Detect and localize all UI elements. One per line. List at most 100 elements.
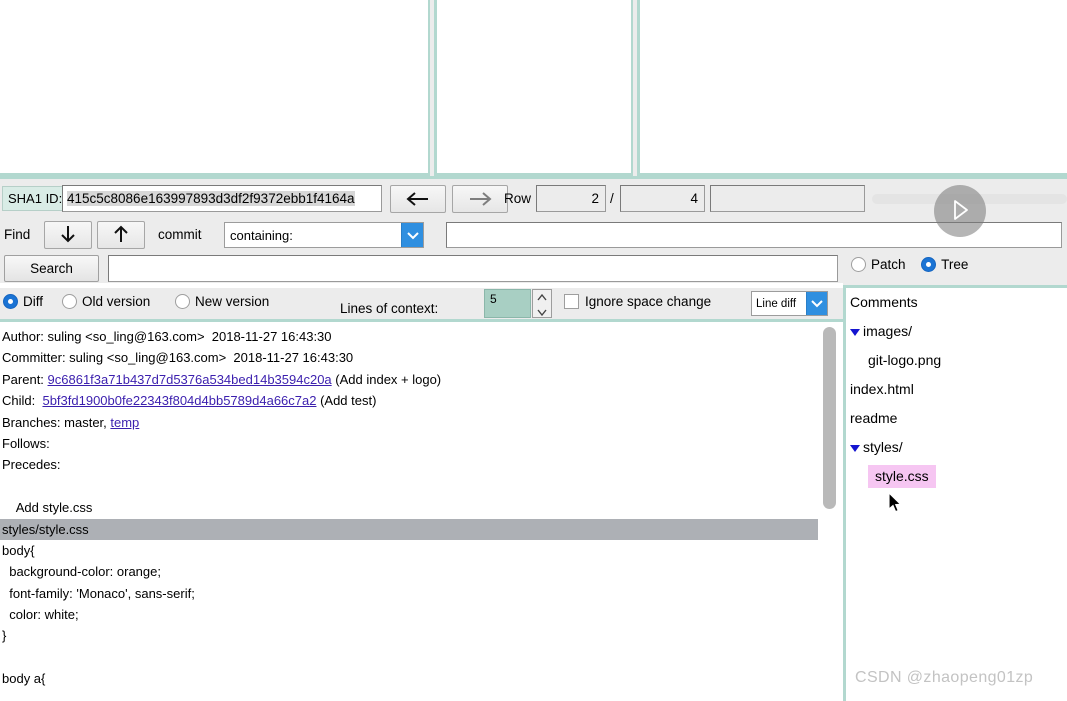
row-label: Row <box>504 191 532 206</box>
commit-detail-line: Parent: 9c6861f3a71b437d7d5376a534bed14b… <box>2 371 442 387</box>
tree-list: images/git-logo.png index.html readme style… <box>846 317 1067 491</box>
radio-patch[interactable]: Patch <box>851 257 906 272</box>
tree-item-label: git-logo.png <box>868 352 942 368</box>
commit-detail-line: Add style.css <box>2 500 93 516</box>
find-prev-button[interactable] <box>97 221 145 249</box>
radio-diff[interactable]: Diff <box>3 294 43 309</box>
search-input[interactable] <box>108 255 838 282</box>
commit-detail-line: Child: 5bf3fd1900b0fe22343f804d4bb5789d4… <box>2 393 377 409</box>
radio-tree[interactable]: Tree <box>921 257 968 272</box>
tree-item-label: style.css <box>868 465 936 488</box>
radio-new-version-dot <box>175 294 190 309</box>
triangle-down-icon[interactable] <box>850 328 860 336</box>
diff-line: body{ <box>2 542 35 558</box>
search-button[interactable]: Search <box>4 255 99 282</box>
commit-label: commit <box>158 227 202 242</box>
diff-mode-dropdown[interactable]: Line diff <box>751 291 828 316</box>
radio-diff-label: Diff <box>23 294 44 309</box>
diff-scrollbar-thumb[interactable] <box>823 327 836 509</box>
diff-file-header[interactable]: styles/style.css <box>0 518 818 540</box>
commit-detail-line: Branches: master, temp <box>2 414 140 430</box>
prev-commit-button[interactable] <box>390 185 446 213</box>
tree-item-label: images/ <box>863 323 913 339</box>
diff-options-bar: Diff Old version New version Lines of co… <box>0 288 843 319</box>
gitk-window: SHA1 ID: 415c5c8086e163997893d3df2f9372e… <box>0 0 1067 701</box>
graph-pane-commits[interactable] <box>0 0 431 176</box>
sha1-id-input[interactable]: 415c5c8086e163997893d3df2f9372ebb1f4164a <box>62 185 382 212</box>
commit-detail-line: Precedes: <box>2 457 61 473</box>
commit-link[interactable]: 9c6861f3a71b437d7d5376a534bed14b3594c20a <box>48 372 332 387</box>
graph-pane-author[interactable] <box>434 0 634 176</box>
arrow-down-icon <box>60 224 76 247</box>
chevron-up-icon[interactable] <box>537 289 547 304</box>
tree-folder-row[interactable]: images/ <box>846 317 1067 346</box>
commit-detail-line: Author: suling <so_ling@163.com> 2018-11… <box>2 329 332 344</box>
find-next-button[interactable] <box>44 221 92 249</box>
tree-file-row[interactable]: git-logo.png <box>846 346 1067 375</box>
radio-new-version-label: New version <box>195 294 270 309</box>
tree-item-label: readme <box>850 410 898 426</box>
video-play-button[interactable] <box>934 185 986 237</box>
diff-mode-value: Line diff <box>756 297 797 310</box>
row-current-input[interactable]: 2 <box>536 185 606 212</box>
tree-item-label: index.html <box>850 381 914 397</box>
row-separator: / <box>610 191 614 206</box>
view-mode-selector: Patch Tree <box>843 249 1067 285</box>
diff-line: color: white; <box>2 607 79 623</box>
tree-item-label: styles/ <box>863 439 903 455</box>
diff-text-content: Author: suling <so_ling@163.com> 2018-11… <box>0 322 818 701</box>
toolbar-row-sha: SHA1 ID: 415c5c8086e163997893d3df2f9372e… <box>0 183 1067 215</box>
ignore-space-change-label: Ignore space change <box>585 294 712 309</box>
commit-graph-area <box>0 0 1067 176</box>
diff-line <box>2 647 818 668</box>
radio-old-version[interactable]: Old version <box>62 294 150 309</box>
row-extra-field[interactable] <box>710 185 865 212</box>
toolbar-row-find: Find commit containing: <box>0 219 1067 251</box>
checkbox-box <box>564 294 579 309</box>
radio-diff-dot <box>3 294 18 309</box>
triangle-down-icon[interactable] <box>850 444 860 452</box>
commit-detail-line: Follows: <box>2 435 50 451</box>
diff-line: } <box>2 628 7 644</box>
diff-line: body a{ <box>2 671 46 687</box>
arrow-left-icon <box>405 190 431 208</box>
diff-line: background-color: orange; <box>2 564 161 580</box>
tree-file-row[interactable]: style.css <box>846 462 1067 491</box>
radio-tree-label: Tree <box>941 257 969 272</box>
tree-file-row[interactable]: readme <box>846 404 1067 433</box>
tree-header: Comments <box>850 294 918 310</box>
watermark-text: CSDN @zhaopeng01zp <box>855 669 1034 686</box>
commit-detail-line: Committer: suling <so_ling@163.com> 2018… <box>2 350 354 366</box>
ignore-space-change-checkbox[interactable]: Ignore space change <box>564 294 711 309</box>
diff-line: font-family: 'Monaco', sans-serif; <box>2 585 195 601</box>
chevron-down-icon[interactable] <box>537 304 547 319</box>
file-tree-panel[interactable]: Comments images/git-logo.png index.html re… <box>843 285 1067 701</box>
next-commit-button[interactable] <box>452 185 508 213</box>
diff-vertical-scrollbar[interactable] <box>821 325 838 697</box>
tree-folder-row[interactable]: styles/ <box>846 433 1067 462</box>
graph-pane-date[interactable] <box>637 0 1067 176</box>
commit-link[interactable]: 5bf3fd1900b0fe22343f804d4bb5789d4a66c7a2 <box>42 393 316 408</box>
radio-patch-label: Patch <box>871 257 906 272</box>
chevron-down-icon[interactable] <box>806 292 827 315</box>
sha1-id-value: 415c5c8086e163997893d3df2f9372ebb1f4164a <box>67 191 355 206</box>
commit-link[interactable]: temp <box>110 415 139 430</box>
radio-new-version[interactable]: New version <box>175 294 269 309</box>
commit-filter-value: containing: <box>230 227 293 243</box>
find-label: Find <box>4 227 31 242</box>
arrow-up-icon <box>113 224 129 247</box>
lines-of-context-stepper[interactable] <box>532 289 552 318</box>
radio-old-version-dot <box>62 294 77 309</box>
diff-view[interactable]: Author: suling <so_ling@163.com> 2018-11… <box>0 319 843 701</box>
lines-of-context-input[interactable]: 5 <box>484 289 531 318</box>
mouse-pointer-icon <box>888 491 903 517</box>
tree-file-row[interactable]: index.html <box>846 375 1067 404</box>
row-total-input[interactable]: 4 <box>620 185 705 212</box>
radio-tree-dot <box>921 257 937 272</box>
chevron-down-icon[interactable] <box>401 223 423 247</box>
commit-detail-line <box>2 476 818 497</box>
arrow-right-icon <box>467 190 493 208</box>
commit-filter-dropdown[interactable]: containing: <box>224 222 424 248</box>
play-triangle-icon <box>948 197 972 226</box>
radio-old-version-label: Old version <box>82 294 151 309</box>
